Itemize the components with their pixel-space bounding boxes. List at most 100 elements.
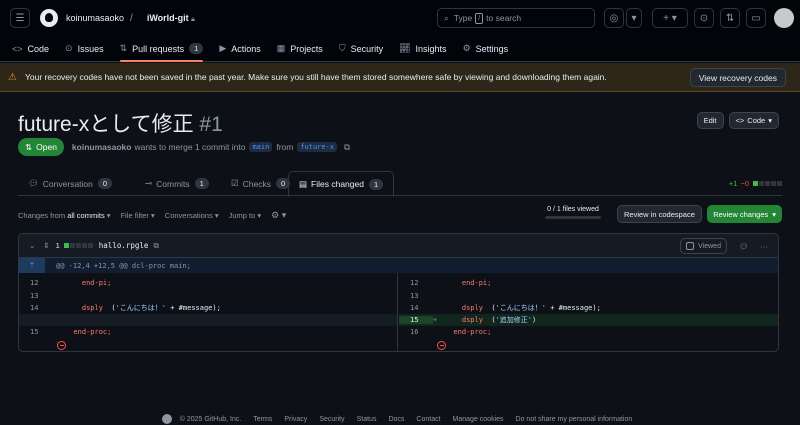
chevron-down-icon: ▾: [772, 209, 776, 219]
code-line: end-pi;: [65, 279, 112, 287]
author-link[interactable]: koinumasaoko: [72, 142, 132, 152]
owner-link[interactable]: koinumasaoko: [66, 13, 124, 23]
diff-line-empty: [19, 314, 397, 326]
copilot-dropdown-icon[interactable]: ▾: [626, 8, 642, 28]
line-number[interactable]: 14: [19, 304, 53, 312]
checklist-icon: ☑: [231, 178, 239, 188]
comment-icon: 💬︎: [28, 178, 39, 188]
copy-icon[interactable]: ⧉: [344, 142, 350, 153]
tab-pull-requests[interactable]: ⇅ Pull requests 1: [119, 36, 204, 62]
pr-status-row: ⇅ Open koinumasaoko wants to merge 1 comm…: [18, 138, 350, 156]
diff-line: 13: [19, 290, 397, 302]
tab-projects[interactable]: ▦ Projects: [277, 36, 323, 62]
lock-icon: 🔒︎: [191, 15, 195, 23]
diff-right-side: 12 end-pi; 13 14 dsply ('こんにちは！' + #mess…: [399, 273, 778, 351]
no-newline-marker: [19, 339, 397, 351]
no-newline-icon: [57, 340, 66, 350]
hunk-text: @@ -12,4 +12,5 @@ dcl-proc main;: [56, 261, 191, 270]
tab-commits[interactable]: ⊸ Commits 1: [135, 171, 219, 196]
footer-link-terms[interactable]: Terms: [253, 416, 272, 423]
no-newline-icon: [437, 340, 446, 350]
tab-issues[interactable]: ⊙ Issues: [65, 36, 104, 62]
diff-line: 12 end-pi;: [399, 277, 778, 289]
viewed-count-label: 0 / 1 files viewed: [547, 206, 599, 213]
hunk-header: ⇡ @@ -12,4 +12,5 @@ dcl-proc main;: [19, 258, 778, 273]
pull-request-icon: ⇅: [119, 43, 128, 53]
footer-link-docs[interactable]: Docs: [388, 416, 404, 423]
search-placeholder: Type: [453, 13, 473, 23]
line-number[interactable]: 16: [399, 328, 433, 336]
issues-icon[interactable]: ⊙: [694, 8, 714, 28]
copilot-icon[interactable]: ◎: [604, 8, 624, 28]
kebab-menu-icon[interactable]: ···: [761, 242, 769, 251]
pull-requests-icon[interactable]: ⇅: [720, 8, 740, 28]
menu-icon[interactable]: ☰: [10, 8, 30, 28]
code-button[interactable]: <> Code ▾: [728, 112, 779, 129]
added-sign: +: [433, 316, 438, 324]
avatar[interactable]: [774, 8, 794, 28]
global-header: ☰ koinumasaoko / iWorld-git 🔒︎ ⌕ Type / …: [0, 0, 800, 36]
footer-link-cookies[interactable]: Manage cookies: [453, 416, 504, 423]
footer-link-privacy[interactable]: Privacy: [284, 416, 307, 423]
line-number[interactable]: 13: [19, 292, 53, 300]
tab-actions[interactable]: ▶ Actions: [219, 36, 260, 62]
settings-gear-icon[interactable]: ⚙ ▾: [271, 210, 286, 221]
page-footer: © 2025 GitHub, Inc. Terms Privacy Securi…: [0, 414, 800, 424]
footer-link-do-not-share[interactable]: Do not share my personal information: [516, 416, 633, 423]
line-number[interactable]: 14: [399, 304, 433, 312]
expand-all-icon[interactable]: ⇕: [43, 241, 49, 250]
tab-settings[interactable]: ⚙ Settings: [463, 36, 509, 62]
changes-from-label: Changes from: [18, 210, 66, 220]
copy-icon[interactable]: ⧉: [153, 241, 158, 251]
diff-line: 13: [399, 290, 778, 302]
changes-from-dropdown[interactable]: Changes from all commits ▾: [18, 211, 111, 220]
base-branch[interactable]: main: [249, 142, 273, 152]
github-footer-logo-icon[interactable]: [161, 414, 172, 424]
file-diff-icon: ▤: [299, 178, 308, 189]
head-branch[interactable]: future-x: [297, 142, 338, 152]
collapse-chevron-icon[interactable]: ⌄: [29, 241, 35, 250]
inbox-icon[interactable]: ▭: [746, 8, 766, 28]
jump-to-dropdown[interactable]: Jump to ▾: [229, 211, 262, 220]
repo-link[interactable]: iWorld-git 🔒︎: [147, 13, 195, 24]
file-name[interactable]: hallo.rpgle: [99, 241, 149, 250]
view-recovery-codes-button[interactable]: View recovery codes: [689, 68, 786, 87]
footer-link-security[interactable]: Security: [319, 416, 344, 423]
review-changes-button[interactable]: Review changes ▾: [707, 205, 782, 223]
line-number[interactable]: 15: [19, 328, 53, 336]
edit-button[interactable]: Edit: [696, 112, 724, 129]
table-icon: ▦: [276, 43, 286, 53]
expand-up-icon[interactable]: ⇡: [19, 258, 45, 273]
line-number[interactable]: 13: [399, 292, 433, 300]
create-new-button[interactable]: + ▾: [652, 8, 688, 28]
comment-icon[interactable]: 💬︎: [739, 242, 749, 251]
file-filter-dropdown[interactable]: File filter ▾: [121, 211, 155, 220]
github-logo-icon[interactable]: [40, 9, 58, 27]
tab-files-changed[interactable]: ▤ Files changed 1: [288, 171, 395, 197]
line-number[interactable]: 12: [19, 279, 53, 287]
split-diff: 12 end-pi; 13 14 dsply ('こんにちは！' + #mess…: [19, 273, 778, 351]
footer-link-contact[interactable]: Contact: [416, 416, 440, 423]
viewed-checkbox[interactable]: Viewed: [680, 238, 727, 254]
file-header: ⌄ ⇕ 1 hallo.rpgle ⧉ Viewed 💬︎ ···: [19, 234, 778, 258]
line-number[interactable]: 15: [399, 316, 433, 324]
tab-conversation[interactable]: 💬︎ Conversation 0: [18, 171, 122, 196]
code-line: end-pi;: [445, 279, 492, 287]
review-in-codespace-button[interactable]: Review in codespace: [617, 205, 702, 223]
search-input[interactable]: ⌕ Type / to search: [437, 8, 595, 28]
tab-code[interactable]: <> Code: [12, 36, 49, 62]
all-commits-label: all commits: [67, 210, 105, 220]
conversations-dropdown[interactable]: Conversations ▾: [165, 211, 219, 220]
footer-link-status[interactable]: Status: [357, 416, 377, 423]
code-line: end-proc;: [445, 328, 492, 336]
jump-to-label: Jump to: [228, 210, 256, 220]
tab-label: Commits: [156, 178, 190, 189]
tab-count: 1: [368, 178, 384, 190]
tab-label: Settings: [475, 43, 509, 54]
tab-insights[interactable]: 📈︎ Insights: [399, 36, 446, 62]
tab-security[interactable]: ⛉ Security: [339, 36, 383, 62]
file-changes-count: 1: [55, 241, 60, 250]
tab-label: Issues: [77, 43, 104, 54]
line-number[interactable]: 12: [399, 279, 433, 287]
tab-count: 1: [194, 178, 209, 189]
